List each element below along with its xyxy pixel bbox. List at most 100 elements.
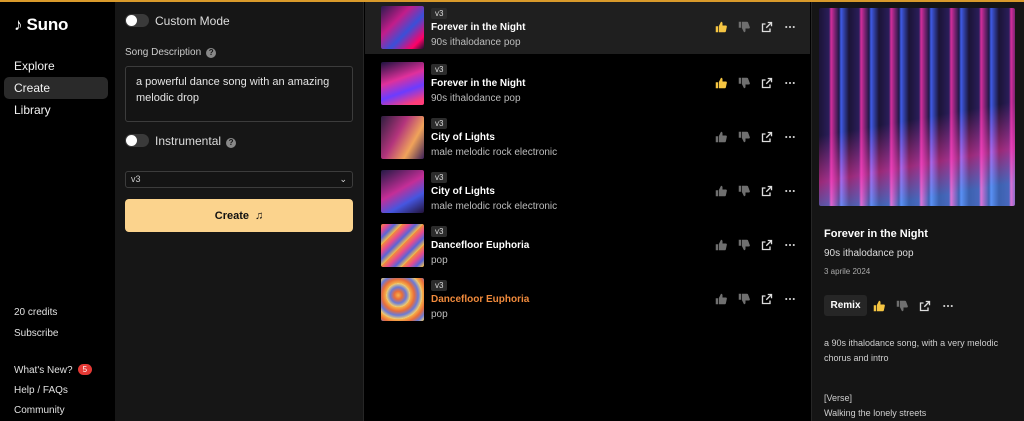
help-icon[interactable]: ? [226,138,237,148]
song-cover-image[interactable] [381,170,424,213]
share-icon[interactable] [760,292,774,306]
suno-logo-icon: ♪ [14,15,23,34]
more-options-icon[interactable] [783,20,797,34]
thumbs-down-icon[interactable] [737,184,751,198]
whats-new-badge: 5 [77,364,93,375]
remix-button[interactable]: Remix [824,295,867,316]
song-style: pop [431,255,448,266]
instrumental-label: Instrumental? [155,134,237,148]
detail-song-title: Forever in the Night [824,228,928,240]
thumbs-down-icon[interactable] [737,292,751,306]
thumbs-down-icon[interactable] [895,299,909,313]
song-style: male melodic rock electronic [431,147,558,158]
logo[interactable]: ♪ Suno [14,15,68,35]
song-cover-image[interactable] [381,278,424,321]
song-cover-image[interactable] [381,62,424,105]
song-cover-image[interactable] [381,224,424,267]
song-row[interactable]: v3 Forever in the Night 90s ithalodance … [365,2,810,54]
more-options-icon[interactable] [783,76,797,90]
share-icon[interactable] [760,130,774,144]
song-description-input[interactable]: a powerful dance song with an amazing me… [125,66,353,122]
custom-mode-toggle[interactable] [125,14,149,27]
song-row[interactable]: v3 City of Lights male melodic rock elec… [365,166,810,218]
instrumental-toggle[interactable] [125,134,149,147]
whats-new-link[interactable]: What's New? 5 [14,364,93,376]
credits-count: 20 credits [14,307,58,318]
song-actions [714,292,797,306]
community-link[interactable]: Community [14,405,65,416]
song-title[interactable]: City of Lights [431,132,495,143]
share-icon[interactable] [760,184,774,198]
song-description-label: Song Description? [125,47,217,58]
version-badge: v3 [431,226,448,237]
song-title[interactable]: Dancefloor Euphoria [431,240,529,251]
thumbs-down-icon[interactable] [737,20,751,34]
share-icon[interactable] [760,238,774,252]
song-style: male melodic rock electronic [431,201,558,212]
song-row[interactable]: v3 Forever in the Night 90s ithalodance … [365,58,810,110]
nav-library[interactable]: Library [4,99,108,121]
song-style: 90s ithalodance pop [431,93,521,104]
thumbs-up-icon[interactable] [872,299,886,313]
share-icon[interactable] [760,76,774,90]
song-title[interactable]: Forever in the Night [431,78,525,89]
song-actions [714,130,797,144]
version-badge: v3 [431,8,448,19]
thumbs-up-icon[interactable] [714,76,728,90]
song-row[interactable]: v3 Dancefloor Euphoria pop [365,220,810,272]
thumbs-down-icon[interactable] [737,76,751,90]
thumbs-up-icon[interactable] [714,184,728,198]
more-options-icon[interactable] [783,292,797,306]
subscribe-link[interactable]: Subscribe [14,328,58,339]
thumbs-up-icon[interactable] [714,130,728,144]
share-icon[interactable] [760,20,774,34]
nav-explore[interactable]: Explore [4,55,108,77]
share-icon[interactable] [918,299,932,313]
song-row[interactable]: v3 City of Lights male melodic rock elec… [365,112,810,164]
version-badge: v3 [431,280,448,291]
detail-song-date: 3 aprile 2024 [824,267,871,276]
detail-song-style: 90s ithalodance pop [824,248,914,259]
sidebar: ♪ Suno Explore Create Library 20 credits… [0,2,115,421]
model-select-value: v3 [131,174,141,184]
song-actions [714,238,797,252]
lyrics-section-tag: [Verse] [824,393,853,403]
lyrics-line: Walking the lonely streets [824,408,927,418]
song-actions [714,76,797,90]
song-title-playing[interactable]: Dancefloor Euphoria [431,294,529,305]
nav-create[interactable]: Create [4,77,108,99]
thumbs-down-icon[interactable] [737,238,751,252]
more-options-icon[interactable] [783,184,797,198]
song-detail-panel: Forever in the Night 90s ithalodance pop… [811,2,1024,421]
song-cover-image[interactable] [381,6,424,49]
thumbs-up-icon[interactable] [714,238,728,252]
song-row[interactable]: v3 Dancefloor Euphoria pop [365,274,810,326]
more-options-icon[interactable] [783,130,797,144]
chevron-down-icon: ⌄ [339,174,347,184]
song-style: 90s ithalodance pop [431,37,521,48]
version-badge: v3 [431,172,448,183]
song-list: v3 Forever in the Night 90s ithalodance … [365,2,810,421]
detail-actions [872,299,955,313]
thumbs-up-icon[interactable] [714,20,728,34]
more-options-icon[interactable] [941,299,955,313]
custom-mode-label: Custom Mode [155,14,230,28]
more-options-icon[interactable] [783,238,797,252]
instrumental-label-text: Instrumental [155,134,222,148]
song-title[interactable]: City of Lights [431,186,495,197]
thumbs-up-icon[interactable] [714,292,728,306]
song-actions [714,20,797,34]
thumbs-down-icon[interactable] [737,130,751,144]
song-cover-art [819,8,1015,206]
model-select[interactable]: v3 ⌄ [125,171,353,188]
song-description-label-text: Song Description [125,47,202,58]
create-button-label: Create [214,209,249,222]
song-cover-image[interactable] [381,116,424,159]
song-title[interactable]: Forever in the Night [431,22,525,33]
version-badge: v3 [431,64,448,75]
create-button[interactable]: Create ♫ [125,199,353,232]
help-faqs-link[interactable]: Help / FAQs [14,385,68,396]
music-note-icon: ♫ [255,209,264,222]
whats-new-label: What's New? [14,365,73,376]
help-icon[interactable]: ? [206,48,217,58]
